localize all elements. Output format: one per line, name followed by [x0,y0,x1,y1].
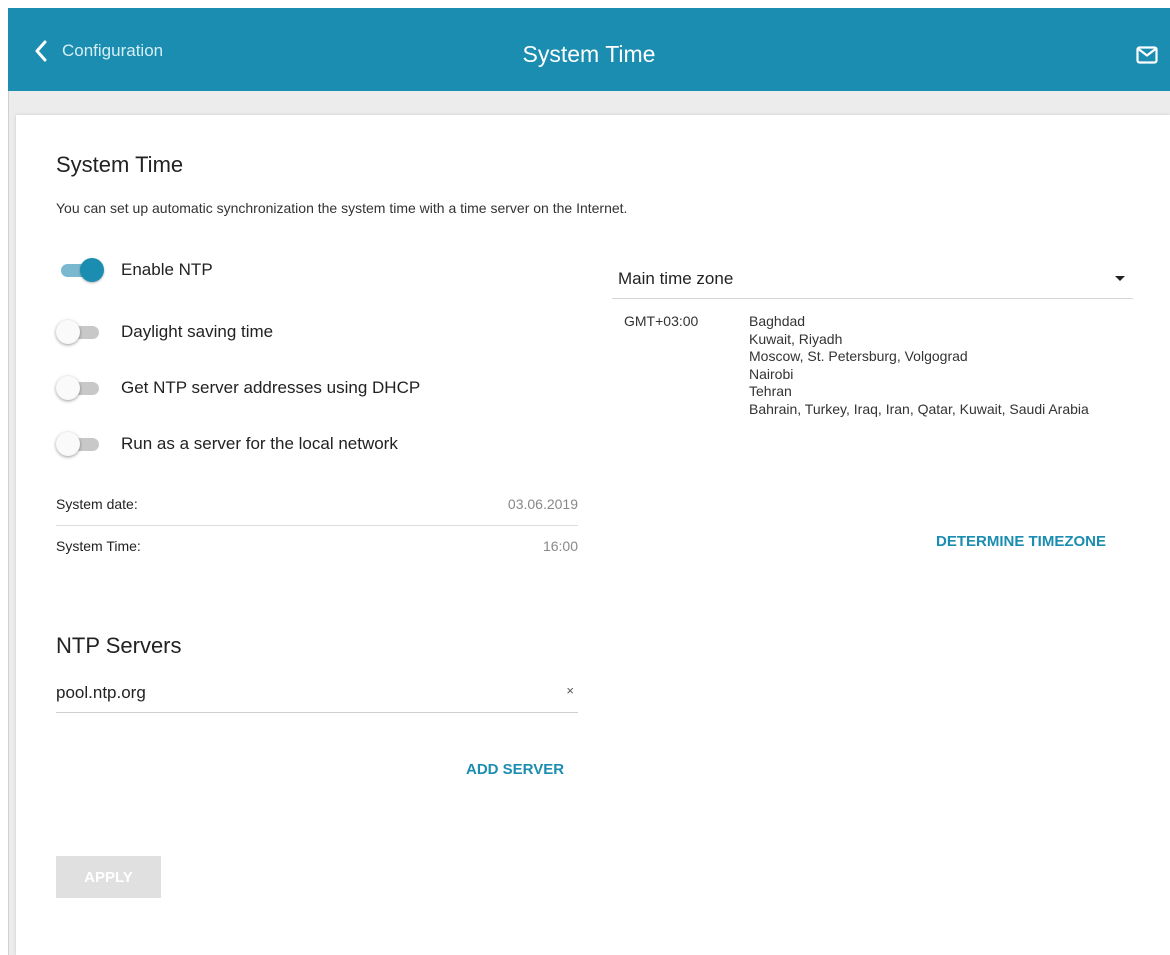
mail-icon[interactable] [1136,46,1158,64]
city-item: Nairobi [749,365,794,382]
add-server-button[interactable]: ADD SERVER [466,761,564,778]
local-server-toggle[interactable]: Run as a server for the local network [56,429,398,459]
top-bar: Configuration System Time [8,8,1170,91]
timezone-cities: Baghdad Kuwait, Riyadh Moscow, St. Peter… [749,313,1134,418]
timezone-select[interactable]: Main time zone [612,257,1133,299]
system-date-label: System date: [56,496,138,512]
city-item: Tehran [749,383,792,399]
system-time-value: 16:00 [542,538,578,554]
system-date-row: System date: 03.06.2019 [56,486,578,522]
settings-card: System Time You can set up automatic syn… [16,115,1170,955]
page-title: System Time [522,41,656,67]
ntp-server-field[interactable]: × [56,673,578,713]
switch-on[interactable] [56,257,104,283]
city-item: Kuwait, Riyadh [749,330,843,347]
system-time-label: System Time: [56,538,141,554]
section-title: System Time [56,152,184,177]
determine-timezone-button[interactable]: DETERMINE TIMEZONE [936,533,1106,550]
switch-off[interactable] [56,319,104,345]
divider [56,525,578,526]
city-item: Baghdad [749,313,806,329]
toggle-label: Enable NTP [121,260,213,279]
switch-off[interactable] [56,431,104,457]
toggle-label: Run as a server for the local network [121,434,398,453]
ntp-dhcp-toggle[interactable]: Get NTP server addresses using DHCP [56,373,420,403]
toggle-label: Daylight saving time [121,322,274,341]
toggle-label: Get NTP server addresses using DHCP [121,378,421,397]
city-item: Bahrain, Turkey, Iraq, Iran, Qatar, Kuwa… [749,400,1089,417]
daylight-saving-toggle[interactable]: Daylight saving time [56,317,273,347]
city-item: Moscow, St. Petersburg, Volgograd [749,348,968,364]
caret-down-icon [1115,276,1125,281]
timezone-select-label: Main time zone [618,269,734,288]
switch-off[interactable] [56,375,104,401]
ntp-servers-title: NTP Servers [56,633,182,658]
system-time-row: System Time: 16:00 [56,528,578,564]
ntp-server-input[interactable] [56,681,536,705]
section-description: You can set up automatic synchronization… [56,200,628,216]
enable-ntp-toggle[interactable]: Enable NTP [56,255,213,285]
clear-icon[interactable]: × [566,683,574,698]
apply-button[interactable]: APPLY [56,856,161,898]
system-date-value: 03.06.2019 [507,496,578,512]
gmt-offset: GMT+03:00 [624,313,699,329]
